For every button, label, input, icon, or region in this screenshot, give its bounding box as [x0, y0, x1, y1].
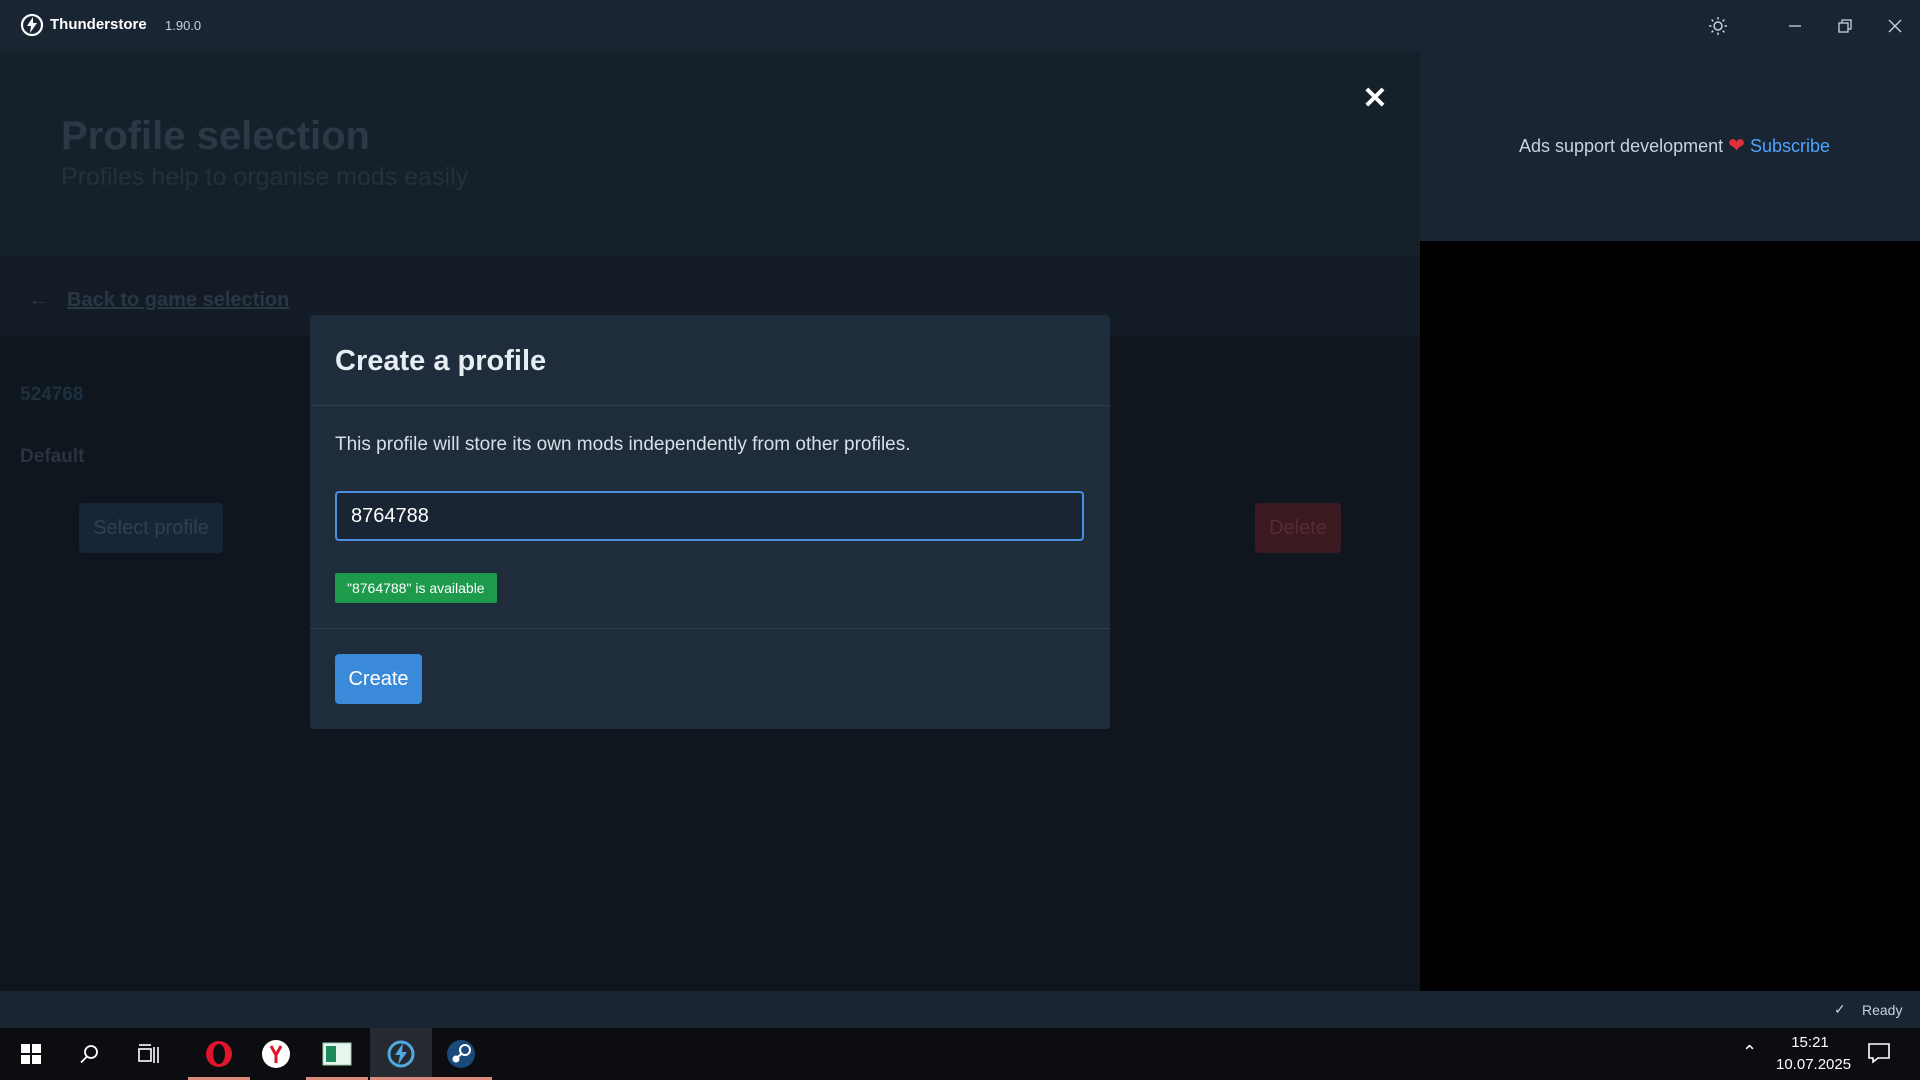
title-bar: Thunderstore 1.90.0 [0, 0, 1920, 51]
delete-profile-button[interactable]: Delete [1255, 503, 1341, 553]
select-profile-button[interactable]: Select profile [79, 503, 223, 553]
taskbar: ⌃ 15:21 10.07.2025 [0, 1028, 1920, 1080]
profile-name-input[interactable] [335, 491, 1084, 541]
minimize-icon [1789, 25, 1801, 27]
close-window-button[interactable] [1879, 10, 1911, 42]
check-icon: ✓ [1834, 1001, 1846, 1017]
close-icon: ✕ [1362, 81, 1388, 115]
taskbar-file-app[interactable] [306, 1028, 368, 1080]
start-button[interactable] [0, 1028, 62, 1080]
back-to-game-selection-link[interactable]: Back to game selection [67, 289, 289, 312]
modal-close-button[interactable]: ✕ [1359, 81, 1391, 115]
status-text: Ready [1862, 1002, 1903, 1018]
taskbar-steam[interactable] [430, 1028, 492, 1080]
theme-toggle-button[interactable] [1702, 10, 1734, 42]
tray-expand-icon[interactable]: ⌃ [1742, 1042, 1757, 1063]
profile-id: 524768 [20, 384, 84, 405]
search-button[interactable] [58, 1028, 120, 1080]
task-view-icon [138, 1044, 159, 1063]
ad-message: Ads support development ❤ Subscribe [1519, 133, 1830, 158]
app-name: Thunderstore [50, 16, 147, 33]
subscribe-link[interactable]: Subscribe [1750, 136, 1830, 156]
ad-text: Ads support development [1519, 136, 1724, 156]
yandex-icon [262, 1040, 290, 1068]
heart-icon: ❤ [1728, 135, 1745, 157]
status-bar: ✓ Ready [0, 991, 1920, 1028]
page-subtitle: Profiles help to organise mods easily [61, 163, 469, 191]
profile-name: Default [20, 446, 85, 467]
modal-header: Create a profile [310, 315, 1110, 406]
task-view-button[interactable] [118, 1028, 180, 1080]
sun-icon [1709, 17, 1727, 35]
restore-button[interactable] [1829, 10, 1861, 42]
thunderstore-icon [387, 1040, 415, 1068]
opera-icon [206, 1041, 232, 1067]
notification-icon [1868, 1043, 1890, 1064]
clock-time[interactable]: 15:21 [1790, 1034, 1830, 1051]
steam-icon [447, 1040, 475, 1068]
availability-badge: "8764788" is available [335, 573, 497, 603]
taskbar-opera[interactable] [188, 1028, 250, 1080]
taskbar-yandex[interactable] [245, 1028, 307, 1080]
modal-divider [310, 628, 1110, 629]
hero-banner: Profile selection Profiles help to organ… [0, 51, 1420, 256]
windows-icon [21, 1044, 41, 1064]
app-version: 1.90.0 [165, 18, 202, 33]
modal-title: Create a profile [335, 345, 547, 377]
create-button[interactable]: Create [335, 654, 422, 704]
create-profile-modal: Create a profile This profile will store… [310, 315, 1110, 729]
arrow-left-icon: ← [28, 286, 50, 311]
notification-button[interactable] [1866, 1040, 1894, 1068]
page-title: Profile selection [61, 114, 370, 158]
restore-icon [1838, 19, 1852, 33]
thunderstore-logo-icon [20, 13, 44, 37]
close-icon [1888, 19, 1902, 33]
window-app-icon [322, 1042, 352, 1066]
modal-description: This profile will store its own mods ind… [335, 434, 911, 455]
minimize-button[interactable] [1779, 10, 1811, 42]
ad-area [1420, 241, 1920, 991]
search-icon [80, 1045, 98, 1064]
taskbar-thunderstore[interactable] [370, 1028, 432, 1080]
ad-panel: Ads support development ❤ Subscribe [1420, 51, 1920, 241]
clock-date[interactable]: 10.07.2025 [1776, 1056, 1851, 1073]
